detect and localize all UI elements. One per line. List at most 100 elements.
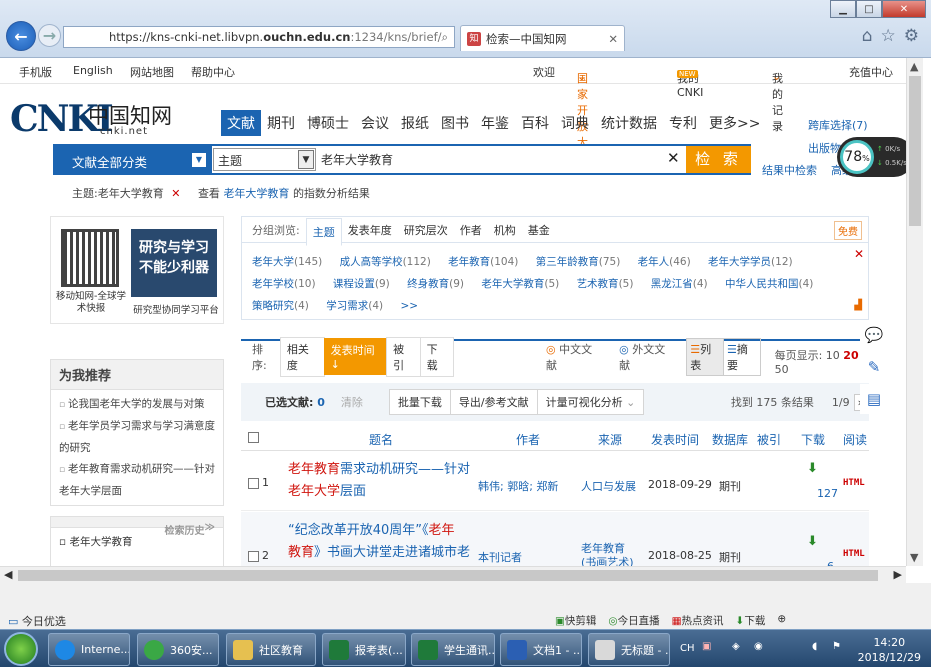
task-excel-2[interactable]: 学生通讯... xyxy=(411,633,495,666)
note-icon[interactable]: ▤ xyxy=(860,384,888,414)
search-button[interactable]: 检 索 xyxy=(686,146,751,173)
group-value[interactable]: 老年学校(10) xyxy=(252,278,316,290)
scroll-right-icon[interactable]: ▶ xyxy=(894,568,902,581)
row-checkbox[interactable] xyxy=(248,551,259,562)
group-tab-year[interactable]: 发表年度 xyxy=(342,217,398,243)
abstract-view-button[interactable]: ☰摘要 xyxy=(722,337,761,376)
maximize-button[interactable]: □ xyxy=(856,0,882,18)
group-value[interactable]: 老年大学(145) xyxy=(252,256,322,268)
row-checkbox[interactable] xyxy=(248,478,259,489)
status-link[interactable]: ⬇下载 xyxy=(736,613,766,628)
tab-encyclopedia[interactable]: 百科 xyxy=(515,110,555,136)
clear-icon[interactable]: ✕ xyxy=(667,149,680,167)
group-value[interactable]: 课程设置(9) xyxy=(333,278,390,290)
field-select[interactable]: 主题 ▼ xyxy=(213,148,316,171)
download-count[interactable]: 127 xyxy=(817,487,838,500)
author-link[interactable]: 本刊记者 xyxy=(478,549,522,565)
group-more-link[interactable]: >> xyxy=(400,300,418,312)
horizontal-scrollbar[interactable]: ◀ ▶ xyxy=(0,566,906,583)
settings-gear-icon[interactable]: ⚙ xyxy=(904,26,919,46)
group-value[interactable]: 老年人(46) xyxy=(638,256,691,268)
group-value[interactable]: 第三年龄教育(75) xyxy=(536,256,621,268)
cnki-logo[interactable]: CNKI 中国知网 cnki.net xyxy=(10,98,185,143)
english-link[interactable]: English xyxy=(73,64,113,77)
group-value[interactable]: 策略研究(4) xyxy=(252,300,309,312)
chart-icon[interactable]: ▟ xyxy=(854,300,862,311)
tab-dictionary[interactable]: 词典 xyxy=(555,110,595,136)
volume-icon[interactable]: ◖ xyxy=(812,641,817,652)
tab-patents[interactable]: 专利 xyxy=(663,110,703,136)
back-button[interactable]: ← xyxy=(6,21,36,51)
list-view-button[interactable]: ☰列表 xyxy=(686,337,724,376)
list-item[interactable]: 老年教育需求动机研究——针对老年大学层面 xyxy=(59,459,215,502)
sort-downloads[interactable]: 下载 xyxy=(419,336,455,377)
per-page-10[interactable]: 10 xyxy=(826,349,840,362)
tab-statistics[interactable]: 统计数据 xyxy=(595,110,663,136)
download-icon[interactable]: ⬇ xyxy=(807,461,818,476)
forward-button[interactable]: → xyxy=(38,24,61,47)
home-icon[interactable]: ⌂ xyxy=(862,26,873,46)
group-tab-fund[interactable]: 基金 xyxy=(522,217,556,243)
tab-books[interactable]: 图书 xyxy=(435,110,475,136)
tab-newspapers[interactable]: 报纸 xyxy=(395,110,435,136)
status-link[interactable]: ▦热点资讯 xyxy=(672,613,724,628)
scroll-left-icon[interactable]: ◀ xyxy=(4,568,12,581)
minimize-button[interactable]: ▁ xyxy=(830,0,856,18)
tab-documents[interactable]: 文献 xyxy=(221,110,261,136)
close-window-button[interactable]: ✕ xyxy=(882,0,926,18)
sort-date[interactable]: 发表时间↓ xyxy=(323,338,388,375)
list-item[interactable]: 老年学员学习需求与学习满意度的研究 xyxy=(59,416,215,459)
scroll-up-icon[interactable]: ▲ xyxy=(910,60,918,73)
list-item[interactable]: 论我国老年大学的发展与对策 xyxy=(59,394,215,416)
group-value[interactable]: 老年大学学员(12) xyxy=(708,256,793,268)
zoom-icon[interactable]: ⊕ xyxy=(777,613,786,628)
clock[interactable]: 14:20 2018/12/29 xyxy=(858,635,921,665)
pen-icon[interactable]: ✎ xyxy=(860,352,888,382)
sort-relevance[interactable]: 相关度 xyxy=(279,336,325,377)
task-paint[interactable]: 无标题 - ... xyxy=(588,633,670,666)
sort-cited[interactable]: 被引 xyxy=(386,336,421,377)
html-read-link[interactable]: HTML xyxy=(843,478,865,488)
group-tab-author[interactable]: 作者 xyxy=(454,217,488,243)
batch-download-button[interactable]: 批量下载 xyxy=(388,389,451,415)
tray-network-icon[interactable]: ◉ xyxy=(754,641,763,652)
address-bar[interactable]: https://kns-cnki-net.libvpn. ouchn.edu.cn… xyxy=(63,26,455,48)
category-select[interactable]: 文献全部分类 ▼ xyxy=(55,146,212,173)
start-button[interactable] xyxy=(4,632,38,666)
group-tab-level[interactable]: 研究层次 xyxy=(398,217,454,243)
search-icon[interactable]: ⌕ xyxy=(442,30,448,45)
foreign-docs-toggle[interactable]: ◎ 外文文献 xyxy=(619,341,672,373)
author-link[interactable]: 韩伟; 郭晗; 郑新 xyxy=(478,478,558,494)
group-value[interactable]: 黑龙江省(4) xyxy=(651,278,708,290)
status-link[interactable]: ▣快剪辑 xyxy=(555,613,596,628)
favorites-star-icon[interactable]: ☆ xyxy=(881,26,896,46)
comment-icon[interactable]: 💬 xyxy=(860,320,888,350)
per-page-20[interactable]: 20 xyxy=(843,349,858,362)
history-header[interactable]: ≫ 检索历史 xyxy=(51,517,223,537)
status-link[interactable]: ◎今日直播 xyxy=(608,613,659,628)
export-button[interactable]: 导出/参考文献 xyxy=(449,389,538,415)
close-tab-icon[interactable]: ✕ xyxy=(608,32,618,46)
group-tab-institution[interactable]: 机构 xyxy=(488,217,522,243)
scroll-thumb[interactable] xyxy=(909,76,921,226)
mobile-link[interactable]: 手机版 xyxy=(19,64,52,80)
group-value[interactable]: 老年教育(104) xyxy=(448,256,518,268)
article-title-link[interactable]: 老年教育需求动机研究——针对 老年大学层面 xyxy=(288,459,473,503)
tab-yearbooks[interactable]: 年鉴 xyxy=(475,110,515,136)
flag-icon[interactable]: ⚑ xyxy=(832,641,841,652)
recharge-link[interactable]: 充值中心 xyxy=(849,64,893,80)
task-word[interactable]: 文档1 - ... xyxy=(500,633,582,666)
tray-app-icon[interactable]: ▣ xyxy=(702,641,711,652)
network-speed-widget[interactable]: 78% ↑ 0K/s ↓ 0.5K/s xyxy=(837,137,914,177)
free-badge[interactable]: 免费 xyxy=(834,221,862,240)
sitemap-link[interactable]: 网站地图 xyxy=(130,64,174,80)
search-input[interactable]: 老年大学教育 xyxy=(319,148,684,171)
visual-analysis-button[interactable]: 计量可视化分析 ⌄ xyxy=(536,389,645,415)
vertical-scrollbar[interactable]: ▲ ▼ xyxy=(906,58,923,566)
collapse-icon[interactable]: ≫ xyxy=(205,522,215,533)
tab-conferences[interactable]: 会议 xyxy=(355,110,395,136)
clear-selection-link[interactable]: 清除 xyxy=(341,394,363,410)
source-link[interactable]: 人口与发展 xyxy=(581,478,636,494)
browser-tab[interactable]: 知 检索—中国知网 ✕ xyxy=(460,25,625,51)
download-icon[interactable]: ⬇ xyxy=(807,534,818,549)
